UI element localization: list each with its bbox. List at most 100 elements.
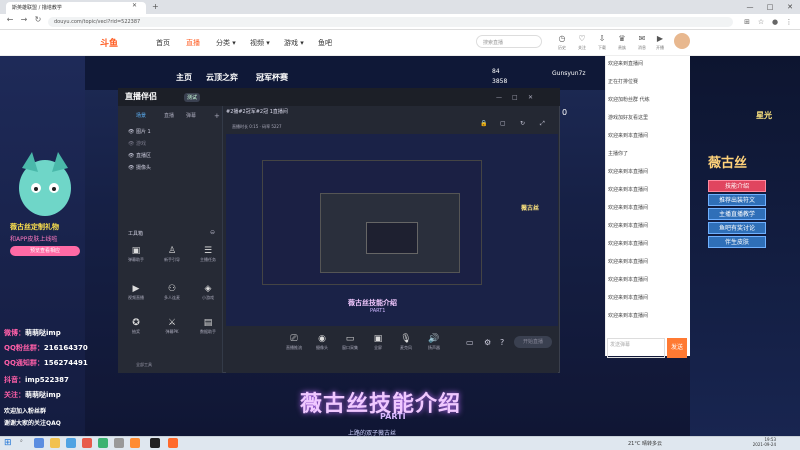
stream-tab-tft[interactable]: 云顶之弈: [206, 72, 238, 83]
live-app-icon[interactable]: [168, 438, 178, 448]
browser-icon[interactable]: [66, 438, 76, 448]
obs-footer-link[interactable]: 全部工具: [136, 362, 152, 368]
ctrl-stream[interactable]: ⎚ 直播推流: [280, 334, 308, 351]
star-icon[interactable]: ☆: [756, 17, 766, 27]
tool-task[interactable]: ☰ 主播任务: [194, 246, 222, 263]
tool-game[interactable]: ◈ 小游戏: [194, 284, 222, 301]
lock-icon[interactable]: 🔒: [480, 120, 487, 127]
settings-icon[interactable]: ⚙: [484, 338, 491, 347]
refresh-icon[interactable]: ↻: [520, 120, 525, 127]
broadcast-icon[interactable]: ▶: [652, 34, 668, 43]
chat-input[interactable]: 发送弹幕: [607, 338, 665, 358]
vip-icon[interactable]: ♛: [614, 34, 630, 43]
chat-message: 欢迎来到本直播间: [608, 241, 649, 247]
app3-icon[interactable]: [114, 438, 124, 448]
maximize-button[interactable]: □: [760, 0, 780, 14]
app-icon[interactable]: [82, 438, 92, 448]
banner-button-skin[interactable]: 伴生皮肤: [708, 236, 766, 248]
send-button[interactable]: 发送: [667, 338, 687, 358]
tool-pk[interactable]: ⚔ 弹幕PK: [158, 318, 186, 335]
reload-icon[interactable]: ↻: [32, 15, 44, 24]
stream-tab-cup[interactable]: 冠军杯赛: [256, 72, 288, 83]
user-avatar[interactable]: [674, 33, 690, 49]
banner-button-discuss[interactable]: 鱼吧有奖讨论: [708, 222, 766, 234]
tool-guide[interactable]: ♙ 新手引导: [158, 246, 186, 263]
anchor-name[interactable]: Gunsyun7z: [552, 70, 586, 77]
video-icon: ▶: [132, 284, 140, 294]
record-icon[interactable]: ▭: [466, 338, 474, 347]
ctrl-screen[interactable]: ▣ 全屏: [364, 334, 392, 351]
nav-home[interactable]: 首页: [156, 38, 170, 48]
scene-item[interactable]: 👁 直播区: [128, 152, 151, 159]
chat-message: 正在打排位赛: [608, 79, 639, 85]
obs-tab-danmu[interactable]: 弹幕: [186, 112, 196, 119]
scene-item[interactable]: 👁 游戏: [128, 140, 146, 147]
site-logo[interactable]: 斗鱼: [100, 36, 118, 49]
pk-icon: ⚔: [167, 318, 177, 328]
obs-tab-live[interactable]: 直播: [164, 112, 174, 119]
weather-tray[interactable]: 21°C 晴转多云: [628, 440, 662, 447]
obs-close-icon[interactable]: ✕: [528, 94, 533, 101]
message-icon[interactable]: ✉: [634, 34, 650, 43]
expand-icon[interactable]: ⤢: [540, 120, 545, 128]
weekly-rank: 0: [562, 108, 568, 117]
nav-yuba[interactable]: 鱼吧: [318, 38, 332, 48]
tab-close-icon[interactable]: ✕: [132, 2, 137, 9]
back-icon[interactable]: ←: [4, 15, 16, 24]
taskview-icon[interactable]: [34, 438, 44, 448]
fan-group-line: 欢迎加入粉丝群: [4, 408, 47, 415]
site-search-input[interactable]: 搜索直播: [476, 35, 542, 48]
scene-item[interactable]: 👁 摄像头: [128, 164, 151, 171]
explorer-icon[interactable]: [50, 438, 60, 448]
app2-icon[interactable]: [98, 438, 108, 448]
windows-start-icon[interactable]: ⊞: [4, 438, 12, 448]
taskbar-search-icon[interactable]: ⌕: [20, 438, 23, 444]
tool-danmu[interactable]: ▣ 弹幕助手: [122, 246, 150, 263]
help-icon[interactable]: ?: [500, 338, 504, 347]
banner-button-skills[interactable]: 技能介绍: [708, 180, 766, 192]
follow-line: 关注：萌萌哒imp: [4, 391, 61, 399]
douyu-icon[interactable]: [130, 438, 140, 448]
scene-item[interactable]: 👁 图片 1: [128, 128, 151, 135]
follow-icon[interactable]: ♡: [574, 34, 590, 43]
tool-lottery[interactable]: ✪ 抽奖: [122, 318, 150, 335]
nav-category[interactable]: 分类 ▾: [216, 38, 236, 48]
ctrl-window[interactable]: ▭ 窗口采集: [336, 334, 364, 351]
download-icon[interactable]: ⇩: [594, 34, 610, 43]
download-label: 下载: [598, 45, 606, 50]
history-icon[interactable]: ◷: [554, 34, 570, 43]
extension-icon[interactable]: ⊞: [742, 17, 752, 27]
tool-multi[interactable]: ⚇ 多人连麦: [158, 284, 186, 301]
tool-data[interactable]: ▤ 数据助手: [194, 318, 222, 335]
banner-button-teach[interactable]: 主播直播教学: [708, 208, 766, 220]
minimize-button[interactable]: —: [740, 0, 760, 14]
menu-icon[interactable]: ⋮: [784, 17, 794, 27]
tool-video[interactable]: ▶ 视频直播: [122, 284, 150, 301]
url-field[interactable]: douyu.com/topic/vecl?rid=522387: [48, 17, 733, 27]
add-scene-icon[interactable]: +: [214, 112, 220, 120]
promo-button[interactable]: 预览查看相应: [10, 246, 80, 256]
profile-icon[interactable]: ●: [770, 17, 780, 27]
new-tab-icon[interactable]: +: [152, 2, 159, 11]
obs-minimize-icon[interactable]: —: [496, 94, 502, 101]
tools-collapse-icon[interactable]: ⊖: [210, 229, 215, 236]
close-window-button[interactable]: ✕: [780, 0, 800, 14]
ctrl-camera[interactable]: ◉ 摄像头: [308, 334, 336, 351]
banner-button-build[interactable]: 推荐出装符文: [708, 194, 766, 206]
obs-app-icon[interactable]: [150, 438, 160, 448]
game-icon: ◈: [204, 284, 212, 294]
nav-live[interactable]: 直播: [186, 38, 200, 48]
start-live-button[interactable]: 开始直播: [514, 336, 552, 348]
forward-icon[interactable]: →: [18, 15, 30, 24]
obs-tab-scene[interactable]: 场景: [136, 112, 146, 119]
ctrl-speaker[interactable]: 🔊 扬声器: [420, 334, 448, 351]
nav-game[interactable]: 游戏 ▾: [284, 38, 304, 48]
layout-icon[interactable]: ▢: [500, 120, 506, 127]
browser-tab[interactable]: 斯英雄联盟 / 撸塔教学: [6, 2, 146, 14]
ctrl-mic[interactable]: 🎙 麦克风: [392, 334, 420, 351]
chat-message: 欢迎加粉丝群 代练: [608, 97, 650, 103]
stream-tab-home[interactable]: 主页: [176, 72, 192, 83]
nav-video[interactable]: 视频 ▾: [250, 38, 270, 48]
clock[interactable]: 19:53 2021-09-24: [746, 437, 776, 447]
obs-maximize-icon[interactable]: □: [512, 94, 518, 101]
